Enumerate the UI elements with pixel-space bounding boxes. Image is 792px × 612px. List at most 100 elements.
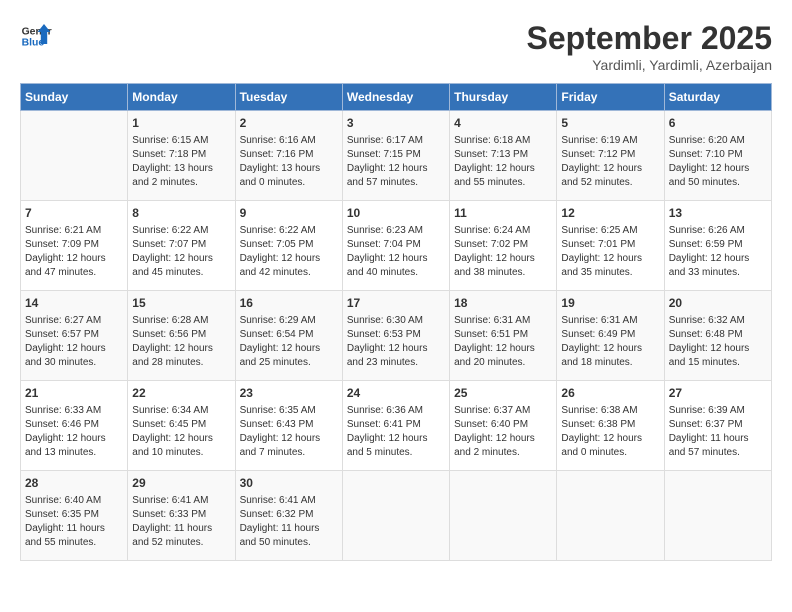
day-info: Sunrise: 6:20 AM Sunset: 7:10 PM Dayligh… [669, 134, 767, 190]
day-cell [450, 471, 557, 561]
day-number: 25 [454, 385, 552, 402]
day-cell: 29Sunrise: 6:41 AM Sunset: 6:33 PM Dayli… [128, 471, 235, 561]
day-info: Sunrise: 6:26 AM Sunset: 6:59 PM Dayligh… [669, 224, 767, 280]
logo: General Blue [20, 20, 52, 52]
day-cell: 23 Sunrise: 6:35 AM Sunset: 6:43 PM Dayli… [235, 381, 342, 471]
day-number: 8 [132, 205, 230, 222]
day-info: Sunrise: 6:28 AM Sunset: 6:56 PM Dayligh… [132, 314, 230, 370]
day-cell: 18 Sunrise: 6:31 AM Sunset: 6:51 PM Dayli… [450, 291, 557, 381]
day-info: Sunrise: 6:33 AM Sunset: 6:46 PM Dayligh… [25, 404, 123, 460]
day-number: 26 [561, 385, 659, 402]
day-cell: 16 Sunrise: 6:29 AM Sunset: 6:54 PM Dayli… [235, 291, 342, 381]
day-number: 14 [25, 295, 123, 312]
header-cell-wednesday: Wednesday [342, 84, 449, 111]
header-cell-thursday: Thursday [450, 84, 557, 111]
day-number: 16 [240, 295, 338, 312]
week-row-1: 1 Sunrise: 6:15 AM Sunset: 7:18 PM Daylig… [21, 111, 772, 201]
day-cell [664, 471, 771, 561]
day-number: 29 [132, 475, 230, 492]
header-cell-tuesday: Tuesday [235, 84, 342, 111]
header-cell-friday: Friday [557, 84, 664, 111]
header-cell-monday: Monday [128, 84, 235, 111]
day-cell: 17 Sunrise: 6:30 AM Sunset: 6:53 PM Dayli… [342, 291, 449, 381]
day-cell: 12Sunrise: 6:25 AM Sunset: 7:01 PM Dayli… [557, 201, 664, 291]
calendar-body: 1 Sunrise: 6:15 AM Sunset: 7:18 PM Daylig… [21, 111, 772, 561]
logo-icon: General Blue [20, 20, 52, 52]
day-number: 1 [132, 115, 230, 132]
day-cell: 11 Sunrise: 6:24 AM Sunset: 7:02 PM Dayli… [450, 201, 557, 291]
day-cell [342, 471, 449, 561]
day-cell: 3 Sunrise: 6:17 AM Sunset: 7:15 PM Daylig… [342, 111, 449, 201]
week-row-2: 7 Sunrise: 6:21 AM Sunset: 7:09 PM Daylig… [21, 201, 772, 291]
day-number: 7 [25, 205, 123, 222]
day-info: Sunrise: 6:17 AM Sunset: 7:15 PM Dayligh… [347, 134, 445, 190]
day-info: Sunrise: 6:30 AM Sunset: 6:53 PM Dayligh… [347, 314, 445, 370]
day-number: 9 [240, 205, 338, 222]
day-cell: 26 Sunrise: 6:38 AM Sunset: 6:38 PM Dayli… [557, 381, 664, 471]
day-cell: 4 Sunrise: 6:18 AM Sunset: 7:13 PM Daylig… [450, 111, 557, 201]
day-info: Sunrise: 6:40 AM Sunset: 6:35 PM Dayligh… [25, 494, 123, 550]
day-cell: 27 Sunrise: 6:39 AM Sunset: 6:37 PM Dayli… [664, 381, 771, 471]
day-cell: 15 Sunrise: 6:28 AM Sunset: 6:56 PM Dayli… [128, 291, 235, 381]
day-info: Sunrise: 6:37 AM Sunset: 6:40 PM Dayligh… [454, 404, 552, 460]
day-number: 15 [132, 295, 230, 312]
day-number: 19 [561, 295, 659, 312]
day-cell: 28 Sunrise: 6:40 AM Sunset: 6:35 PM Dayli… [21, 471, 128, 561]
week-row-4: 21 Sunrise: 6:33 AM Sunset: 6:46 PM Dayli… [21, 381, 772, 471]
month-title: September 2025 [527, 20, 772, 57]
day-number: 27 [669, 385, 767, 402]
day-cell: 21 Sunrise: 6:33 AM Sunset: 6:46 PM Dayli… [21, 381, 128, 471]
day-number: 10 [347, 205, 445, 222]
day-info: Sunrise: 6:38 AM Sunset: 6:38 PM Dayligh… [561, 404, 659, 460]
day-number: 5 [561, 115, 659, 132]
page-header: General Blue September 2025 Yardimli, Ya… [20, 20, 772, 73]
day-info: Sunrise: 6:19 AM Sunset: 7:12 PM Dayligh… [561, 134, 659, 190]
day-info: Sunrise: 6:35 AM Sunset: 6:43 PM Dayligh… [240, 404, 338, 460]
day-info: Sunrise: 6:15 AM Sunset: 7:18 PM Dayligh… [132, 134, 230, 190]
header-cell-saturday: Saturday [664, 84, 771, 111]
day-number: 13 [669, 205, 767, 222]
day-info: Sunrise: 6:36 AM Sunset: 6:41 PM Dayligh… [347, 404, 445, 460]
day-number: 17 [347, 295, 445, 312]
day-number: 3 [347, 115, 445, 132]
day-cell: 8 Sunrise: 6:22 AM Sunset: 7:07 PM Daylig… [128, 201, 235, 291]
day-info: Sunrise: 6:21 AM Sunset: 7:09 PM Dayligh… [25, 224, 123, 280]
day-number: 12 [561, 205, 659, 222]
day-number: 4 [454, 115, 552, 132]
calendar-header: SundayMondayTuesdayWednesdayThursdayFrid… [21, 84, 772, 111]
day-cell: 6Sunrise: 6:20 AM Sunset: 7:10 PM Daylig… [664, 111, 771, 201]
day-info: Sunrise: 6:32 AM Sunset: 6:48 PM Dayligh… [669, 314, 767, 370]
day-info: Sunrise: 6:24 AM Sunset: 7:02 PM Dayligh… [454, 224, 552, 280]
day-number: 22 [132, 385, 230, 402]
day-info: Sunrise: 6:16 AM Sunset: 7:16 PM Dayligh… [240, 134, 338, 190]
day-cell: 30Sunrise: 6:41 AM Sunset: 6:32 PM Dayli… [235, 471, 342, 561]
day-number: 28 [25, 475, 123, 492]
day-info: Sunrise: 6:39 AM Sunset: 6:37 PM Dayligh… [669, 404, 767, 460]
day-cell: 9 Sunrise: 6:22 AM Sunset: 7:05 PM Daylig… [235, 201, 342, 291]
day-cell: 2Sunrise: 6:16 AM Sunset: 7:16 PM Daylig… [235, 111, 342, 201]
day-info: Sunrise: 6:27 AM Sunset: 6:57 PM Dayligh… [25, 314, 123, 370]
day-cell: 5 Sunrise: 6:19 AM Sunset: 7:12 PM Daylig… [557, 111, 664, 201]
day-info: Sunrise: 6:29 AM Sunset: 6:54 PM Dayligh… [240, 314, 338, 370]
day-number: 11 [454, 205, 552, 222]
day-cell: 7 Sunrise: 6:21 AM Sunset: 7:09 PM Daylig… [21, 201, 128, 291]
week-row-5: 28 Sunrise: 6:40 AM Sunset: 6:35 PM Dayli… [21, 471, 772, 561]
day-number: 21 [25, 385, 123, 402]
day-info: Sunrise: 6:18 AM Sunset: 7:13 PM Dayligh… [454, 134, 552, 190]
day-info: Sunrise: 6:31 AM Sunset: 6:51 PM Dayligh… [454, 314, 552, 370]
day-info: Sunrise: 6:22 AM Sunset: 7:05 PM Dayligh… [240, 224, 338, 280]
calendar-table: SundayMondayTuesdayWednesdayThursdayFrid… [20, 83, 772, 561]
week-row-3: 14 Sunrise: 6:27 AM Sunset: 6:57 PM Dayli… [21, 291, 772, 381]
day-number: 18 [454, 295, 552, 312]
day-info: Sunrise: 6:22 AM Sunset: 7:07 PM Dayligh… [132, 224, 230, 280]
day-number: 23 [240, 385, 338, 402]
day-cell: 1 Sunrise: 6:15 AM Sunset: 7:18 PM Daylig… [128, 111, 235, 201]
day-cell: 19Sunrise: 6:31 AM Sunset: 6:49 PM Dayli… [557, 291, 664, 381]
day-cell: 10 Sunrise: 6:23 AM Sunset: 7:04 PM Dayli… [342, 201, 449, 291]
day-info: Sunrise: 6:23 AM Sunset: 7:04 PM Dayligh… [347, 224, 445, 280]
day-info: Sunrise: 6:41 AM Sunset: 6:32 PM Dayligh… [240, 494, 338, 550]
day-cell: 14 Sunrise: 6:27 AM Sunset: 6:57 PM Dayli… [21, 291, 128, 381]
day-cell [21, 111, 128, 201]
day-cell: 25 Sunrise: 6:37 AM Sunset: 6:40 PM Dayli… [450, 381, 557, 471]
title-block: September 2025 Yardimli, Yardimli, Azerb… [527, 20, 772, 73]
